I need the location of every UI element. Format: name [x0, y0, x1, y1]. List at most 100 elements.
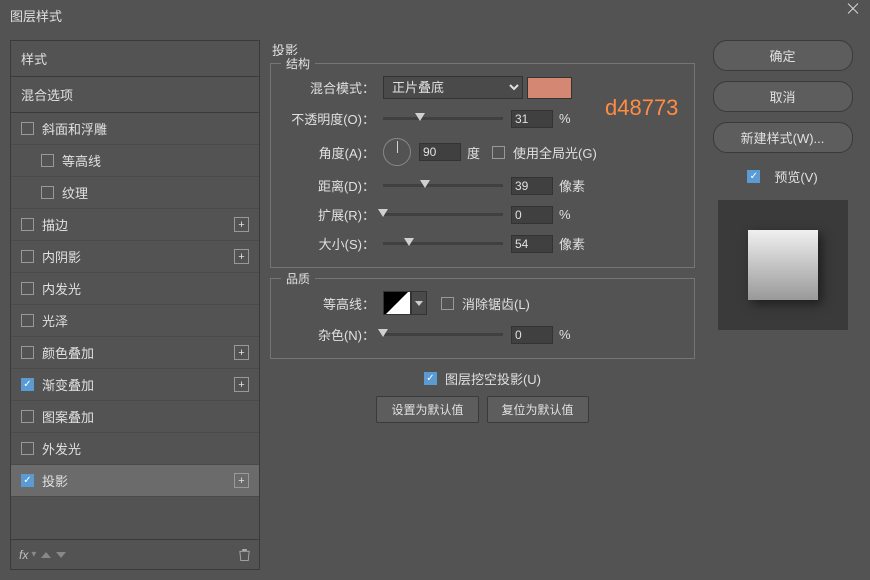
style-item[interactable]: 描边 + [11, 209, 259, 241]
style-checkbox[interactable] [41, 186, 54, 199]
noise-unit: % [559, 327, 571, 342]
add-effect-icon[interactable]: + [234, 377, 249, 392]
shadow-color-swatch[interactable] [527, 77, 572, 99]
style-checkbox[interactable] [21, 442, 34, 455]
global-light-label: 使用全局光(G) [513, 143, 597, 162]
new-style-button[interactable]: 新建样式(W)... [713, 122, 853, 153]
style-label: 图案叠加 [42, 407, 94, 426]
style-item[interactable]: 内阴影+ [11, 241, 259, 273]
blend-mode-select[interactable]: 正片叠底 [383, 76, 523, 99]
styles-header[interactable]: 样式 [11, 41, 259, 77]
distance-slider[interactable] [383, 184, 503, 187]
style-checkbox[interactable] [41, 154, 54, 167]
move-down-icon[interactable] [56, 552, 66, 558]
color-annotation: d48773 [605, 95, 678, 121]
opacity-input[interactable] [511, 110, 553, 128]
preview-swatch [748, 230, 818, 300]
angle-label: 角度(A)： [285, 143, 375, 162]
style-label: 描边 [42, 215, 68, 234]
antialias-checkbox[interactable] [441, 297, 454, 310]
add-effect-icon[interactable]: + [234, 249, 249, 264]
contour-dropdown-icon[interactable] [411, 291, 427, 315]
style-label: 渐变叠加 [42, 375, 94, 394]
style-item[interactable]: 颜色叠加 + [11, 337, 259, 369]
noise-slider[interactable] [383, 333, 503, 336]
style-checkbox[interactable] [21, 378, 34, 391]
style-label: 等高线 [62, 151, 101, 170]
contour-preview[interactable] [383, 291, 411, 315]
action-panel: 确定 取消 新建样式(W)... 预览(V) [705, 40, 860, 570]
blend-options-header[interactable]: 混合选项 [11, 77, 259, 113]
style-label: 投影 [42, 471, 68, 490]
knockout-label: 图层挖空投影(U) [445, 369, 541, 388]
preview-checkbox[interactable] [747, 170, 760, 183]
style-item[interactable]: 纹理 [11, 177, 259, 209]
size-unit: 像素 [559, 234, 585, 253]
knockout-checkbox[interactable] [424, 372, 437, 385]
fx-dropdown-icon[interactable]: ▾ [31, 549, 36, 560]
styles-panel: 样式 混合选项 斜面和浮雕等高线纹理描边+内阴影+内发光光泽颜色叠加+渐变叠加+… [10, 40, 260, 570]
style-item[interactable]: 斜面和浮雕 [11, 113, 259, 145]
style-checkbox[interactable] [21, 122, 34, 135]
trash-icon[interactable] [238, 548, 251, 562]
structure-legend: 结构 [281, 55, 315, 72]
set-default-button[interactable]: 设置为默认值 [376, 396, 478, 423]
style-checkbox[interactable] [21, 346, 34, 359]
opacity-slider[interactable] [383, 117, 503, 120]
style-item[interactable]: 图案叠加 [11, 401, 259, 433]
noise-input[interactable] [511, 326, 553, 344]
close-icon[interactable] [846, 8, 860, 22]
preview-box [718, 200, 848, 330]
add-effect-icon[interactable]: + [234, 345, 249, 360]
opacity-unit: % [559, 111, 571, 126]
panel-title: 投影 [270, 40, 695, 59]
style-checkbox[interactable] [21, 410, 34, 423]
style-item[interactable]: 内发光 [11, 273, 259, 305]
spread-slider[interactable] [383, 213, 503, 216]
style-label: 光泽 [42, 311, 68, 330]
size-input[interactable] [511, 235, 553, 253]
style-item[interactable]: 外发光 [11, 433, 259, 465]
style-label: 外发光 [42, 439, 81, 458]
style-checkbox[interactable] [21, 314, 34, 327]
add-effect-icon[interactable]: + [234, 217, 249, 232]
size-slider[interactable] [383, 242, 503, 245]
blend-mode-label: 混合模式： [285, 78, 375, 97]
style-checkbox[interactable] [21, 250, 34, 263]
ok-button[interactable]: 确定 [713, 40, 853, 71]
contour-label: 等高线： [285, 294, 375, 313]
spread-unit: % [559, 207, 571, 222]
distance-label: 距离(D)： [285, 176, 375, 195]
add-effect-icon[interactable]: + [234, 473, 249, 488]
noise-label: 杂色(N)： [285, 325, 375, 344]
quality-legend: 品质 [281, 270, 315, 287]
opacity-label: 不透明度(O)： [285, 109, 375, 128]
style-label: 斜面和浮雕 [42, 119, 107, 138]
antialias-label: 消除锯齿(L) [462, 294, 530, 313]
reset-default-button[interactable]: 复位为默认值 [487, 396, 589, 423]
spread-input[interactable] [511, 206, 553, 224]
style-checkbox[interactable] [21, 474, 34, 487]
style-label: 内发光 [42, 279, 81, 298]
style-item[interactable]: 投影 + [11, 465, 259, 497]
angle-unit: 度 [467, 143, 480, 162]
distance-input[interactable] [511, 177, 553, 195]
fx-label[interactable]: fx [19, 548, 28, 562]
style-item[interactable]: 等高线 [11, 145, 259, 177]
distance-unit: 像素 [559, 176, 585, 195]
style-checkbox[interactable] [21, 218, 34, 231]
style-label: 颜色叠加 [42, 343, 94, 362]
move-up-icon[interactable] [41, 552, 51, 558]
cancel-button[interactable]: 取消 [713, 81, 853, 112]
style-checkbox[interactable] [21, 282, 34, 295]
angle-dial[interactable] [383, 138, 411, 166]
angle-input[interactable] [419, 143, 461, 161]
style-item[interactable]: 渐变叠加 + [11, 369, 259, 401]
style-list: 斜面和浮雕等高线纹理描边+内阴影+内发光光泽颜色叠加+渐变叠加+图案叠加外发光投… [11, 113, 259, 539]
style-item[interactable]: 光泽 [11, 305, 259, 337]
size-label: 大小(S)： [285, 234, 375, 253]
global-light-checkbox[interactable] [492, 146, 505, 159]
main-content: 样式 混合选项 斜面和浮雕等高线纹理描边+内阴影+内发光光泽颜色叠加+渐变叠加+… [0, 30, 870, 580]
window-title: 图层样式 [10, 6, 62, 25]
preview-label: 预览(V) [774, 167, 817, 186]
